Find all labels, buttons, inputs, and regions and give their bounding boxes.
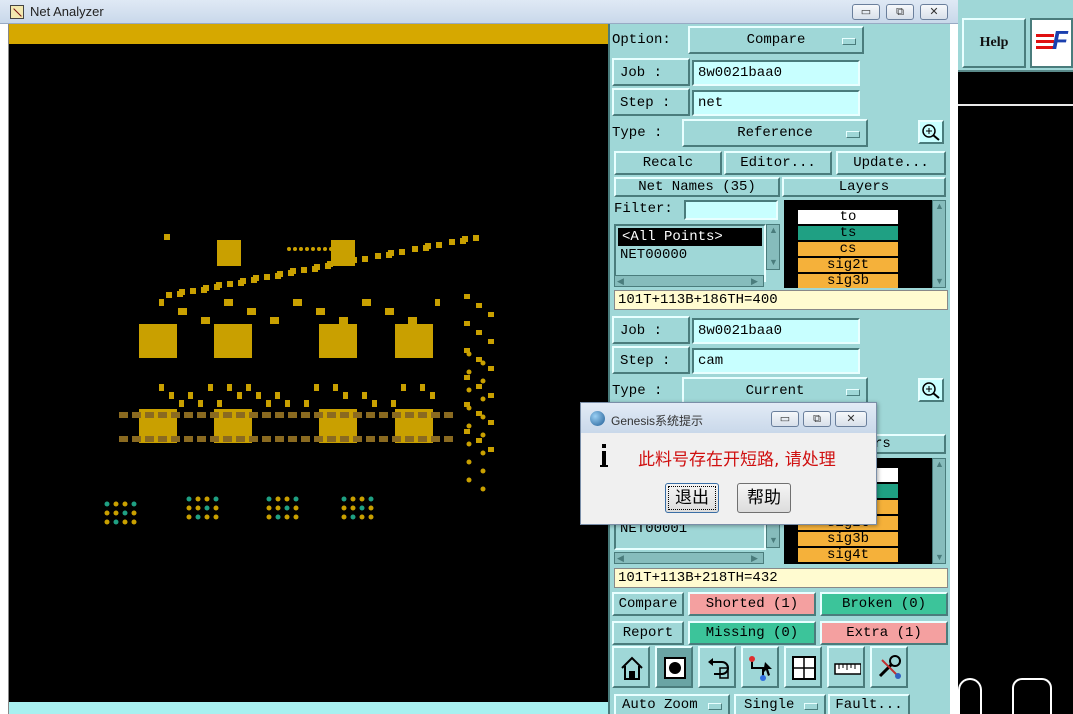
option-select[interactable]: Compare	[688, 26, 864, 54]
list-item[interactable]: NET00000	[616, 246, 764, 264]
list-item[interactable]: <All Points>	[618, 228, 762, 246]
zoom-icon[interactable]	[918, 120, 944, 144]
ruler-icon[interactable]	[827, 646, 865, 688]
background-app: Help F	[958, 0, 1073, 714]
job-input[interactable]: 8w0021baa0	[692, 60, 860, 86]
layers-list[interactable]: to ts cs sig2t sig3b	[784, 200, 932, 288]
dialog-title: Genesis系统提示	[611, 414, 704, 428]
layer-item[interactable]: to	[798, 210, 898, 224]
globe-icon	[590, 411, 605, 426]
help-dialog-button[interactable]: 帮助	[737, 483, 791, 513]
route-icon[interactable]	[741, 646, 779, 688]
minimize-button[interactable]: ▭	[852, 4, 880, 20]
broken-button[interactable]: Broken (0)	[820, 592, 948, 616]
editor-button[interactable]: Editor...	[724, 151, 832, 175]
maximize-button[interactable]: ⧉	[886, 4, 914, 20]
type-select-2[interactable]: Current	[682, 377, 868, 405]
net-list-vscroll[interactable]: ▲ ▼	[766, 224, 780, 270]
single-select[interactable]: Single	[734, 694, 826, 714]
undo-icon[interactable]	[698, 646, 736, 688]
step-label-2: Step :	[620, 353, 671, 369]
net-analyzer-panel: Option: Compare Job : 8w0021baa0 Step : …	[608, 24, 950, 714]
pcb-graphic	[104, 234, 494, 525]
update-button[interactable]: Update...	[836, 151, 946, 175]
points-summary-2: 101T+113B+218TH=432	[614, 568, 948, 588]
filter-label: Filter:	[614, 201, 673, 217]
job-label-2: Job :	[620, 323, 663, 339]
shorted-button[interactable]: Shorted (1)	[688, 592, 816, 616]
missing-button[interactable]: Missing (0)	[688, 621, 816, 645]
step-input[interactable]: net	[692, 90, 860, 116]
net-names-header[interactable]: Net Names (35)	[614, 177, 780, 197]
type-select[interactable]: Reference	[682, 119, 868, 147]
canvas-top-strip	[9, 24, 608, 44]
layers-header[interactable]: Layers	[782, 177, 946, 197]
type-label-2: Type :	[612, 383, 663, 399]
dialog-message: 此料号存在开短路, 请处理	[638, 450, 836, 470]
layer-item[interactable]: cs	[798, 242, 898, 256]
net-list-2-hscroll[interactable]: ◀ ▶	[614, 552, 764, 564]
option-label: Option:	[612, 32, 671, 48]
message-dialog: Genesis系统提示 ▭ ⧉ ✕ 此料号存在开短路, 请处理 退出 帮助	[580, 402, 877, 525]
layer-item[interactable]: ts	[798, 226, 898, 240]
grid-icon[interactable]	[784, 646, 822, 688]
job-input-2[interactable]: 8w0021baa0	[692, 318, 860, 344]
type-label: Type :	[612, 125, 663, 141]
compare-button[interactable]: Compare	[612, 592, 684, 616]
board-icon[interactable]	[655, 646, 693, 688]
background-shape	[1012, 678, 1052, 714]
layer-item[interactable]: sig3b	[798, 274, 898, 288]
report-button[interactable]: Report	[612, 621, 684, 645]
background-shape	[958, 678, 982, 714]
help-button[interactable]: Help	[962, 18, 1026, 68]
net-list[interactable]: <All Points> NET00000	[614, 224, 766, 282]
job-label: Job :	[620, 65, 663, 81]
background-toolbar: Help F	[958, 0, 1073, 72]
extra-button[interactable]: Extra (1)	[820, 621, 948, 645]
step-input-2[interactable]: cam	[692, 348, 860, 374]
auto-zoom-select[interactable]: Auto Zoom	[614, 694, 730, 714]
app-icon	[10, 5, 24, 19]
points-summary-1: 101T+113B+186TH=400	[614, 290, 948, 310]
layer-item[interactable]: sig2t	[798, 258, 898, 272]
layers-2-vscroll[interactable]: ▲ ▼	[932, 458, 946, 564]
layer-item[interactable]: sig3b	[798, 532, 898, 546]
board-canvas[interactable]	[8, 24, 608, 714]
filter-input[interactable]	[684, 200, 778, 220]
close-button[interactable]: ✕	[920, 4, 948, 20]
fault-button[interactable]: Fault...	[828, 694, 910, 714]
logo: F	[1030, 18, 1073, 68]
layers-vscroll[interactable]: ▲ ▼	[932, 200, 946, 288]
tools-icon[interactable]	[870, 646, 908, 688]
home-icon[interactable]	[612, 646, 650, 688]
net-list-hscroll[interactable]: ◀ ▶	[614, 275, 764, 287]
dialog-minimize-button[interactable]: ▭	[771, 411, 799, 427]
dialog-close-button[interactable]: ✕	[835, 411, 867, 427]
layer-item[interactable]: sig4t	[798, 548, 898, 562]
info-icon	[600, 444, 608, 467]
recalc-button[interactable]: Recalc	[614, 151, 722, 175]
dialog-maximize-button[interactable]: ⧉	[803, 411, 831, 427]
exit-button[interactable]: 退出	[665, 483, 719, 513]
dialog-title-bar: Genesis系统提示 ▭ ⧉ ✕	[581, 403, 876, 433]
window-title-bar: Net Analyzer ▭ ⧉ ✕	[0, 0, 958, 24]
zoom-icon[interactable]	[918, 378, 944, 402]
canvas-bottom-strip	[9, 702, 608, 714]
step-label: Step :	[620, 95, 671, 111]
window-title: Net Analyzer	[30, 4, 104, 19]
